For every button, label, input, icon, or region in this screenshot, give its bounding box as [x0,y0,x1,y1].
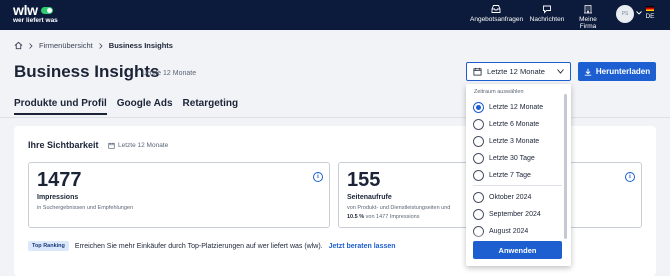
impressions-value: 1477 [37,169,82,191]
nav-nachrichten[interactable]: Nachrichten [529,4,565,23]
inbox-icon [491,5,501,13]
german-flag-icon [646,6,654,11]
nav-label: Nachrichten [529,16,565,23]
nav-meine-firma[interactable]: Meine Firma [570,4,606,30]
nav-label: Angebotsanfragen [470,16,524,23]
tab-produkte-und-profil[interactable]: Produkte und Profil [14,98,107,115]
nav-label: Meine Firma [579,16,597,30]
option-letzte-30-tage[interactable]: Letzte 30 Tage [473,153,535,164]
chevron-right-icon [98,42,103,49]
language-switcher[interactable]: DE [644,6,656,20]
tab-retargeting[interactable]: Retargeting [183,98,239,115]
info-icon[interactable]: i [625,172,635,182]
date-range-value: Letzte 12 Monate [487,67,545,76]
avatar[interactable]: PS [616,5,634,23]
consult-link[interactable]: Jetzt beraten lassen [329,243,396,250]
breadcrumb-current: Business Insights [108,41,173,50]
impressions-description: in Suchergebnissen und Empfehlungen [37,205,134,211]
radio[interactable] [473,170,484,181]
radio[interactable] [473,153,484,164]
page-views-value: 155 [347,169,381,191]
radio[interactable] [473,209,484,220]
calendar-icon [473,67,482,76]
page-views-ratio-text: von 1477 Impressions [364,214,420,220]
download-label: Herunterladen [595,67,651,76]
option-label: Letzte 12 Monate [489,104,544,111]
option-letzte-12-monate[interactable]: Letzte 12 Monate [473,102,543,113]
home-icon[interactable] [14,41,23,50]
impressions-card: 1477 Impressions in Suchergebnissen und … [28,162,330,228]
radio[interactable] [473,136,484,147]
breadcrumb-link[interactable]: Firmenübersicht [39,41,93,50]
option-label: Letzte 3 Monate [489,138,540,145]
radio[interactable] [473,192,484,203]
language-label: DE [645,13,655,20]
info-icon[interactable]: i [313,172,323,182]
calendar-icon [108,142,115,149]
section-period-label: Letzte 12 Monate [118,142,169,149]
chat-icon [543,5,551,14]
promo-text: Erreichen Sie mehr Einkäufer durch Top-P… [74,242,323,250]
download-button[interactable]: Herunterladen [578,62,656,81]
nav-angebotsanfragen[interactable]: Angebotsanfragen [470,4,524,23]
chevron-down-icon [557,69,564,74]
date-range-select[interactable]: Letzte 12 Monate [466,62,571,81]
building-icon [584,5,592,14]
chevron-down-icon[interactable] [636,11,642,15]
page-views-ratio-value: 10.5 % [347,214,365,220]
logo-subtitle: wer liefert was [13,17,58,24]
apply-button[interactable]: Anwenden [473,241,562,259]
dropdown-divider [473,185,562,186]
option-letzte-7-tage[interactable]: Letzte 7 Tage [473,170,531,181]
option-label: Letzte 6 Monate [489,121,540,128]
section-title: Ihre Sichtbarkeit [28,140,99,150]
option-label: Letzte 7 Tage [489,172,531,179]
impressions-label: Impressions [37,194,79,201]
date-range-dropdown: Zeitraum auswählen Letzte 12 Monate Letz… [466,84,571,266]
download-icon [584,68,592,76]
wlw-logo[interactable]: wlw wer liefert was [13,2,58,25]
promo-row: Top Ranking Erreichen Sie mehr Einkäufer… [28,241,396,251]
option-september-2024[interactable]: September 2024 [473,209,541,220]
top-navigation-bar: wlw wer liefert was Angebotsanfragen Nac… [0,0,670,30]
dropdown-heading: Zeitraum auswählen [474,89,524,95]
page-views-description: von Produkt- und Dienstleistungseiten un… [347,205,451,211]
tab-google-ads[interactable]: Google Ads [117,98,173,115]
dropdown-scrollbar[interactable] [564,94,567,239]
page-views-label: Seitenaufrufe [347,194,392,201]
option-letzte-6-monate[interactable]: Letzte 6 Monate [473,119,539,130]
logo-text: wlw [13,2,38,18]
option-label: Letzte 30 Tage [489,155,535,162]
logo-toggle-icon [40,7,53,14]
option-letzte-3-monate[interactable]: Letzte 3 Monate [473,136,539,147]
top-ranking-badge: Top Ranking [28,241,69,251]
breadcrumb: Firmenübersicht Business Insights [14,41,173,50]
radio-selected[interactable] [473,102,484,113]
radio[interactable] [473,119,484,130]
page-views-ratio: 10.5 % von 1477 Impressions [347,214,419,220]
section-period: Letzte 12 Monate [108,142,168,149]
page-title: Business Insights [14,62,160,81]
option-label: Oktober 2024 [489,194,532,201]
tab-bar: Produkte und Profil Google Ads Retargeti… [14,98,238,115]
chevron-right-icon [29,42,33,49]
page-subtitle: Letzte 12 Monate [142,70,197,77]
option-oktober-2024[interactable]: Oktober 2024 [473,192,531,203]
option-label: September 2024 [489,211,541,218]
